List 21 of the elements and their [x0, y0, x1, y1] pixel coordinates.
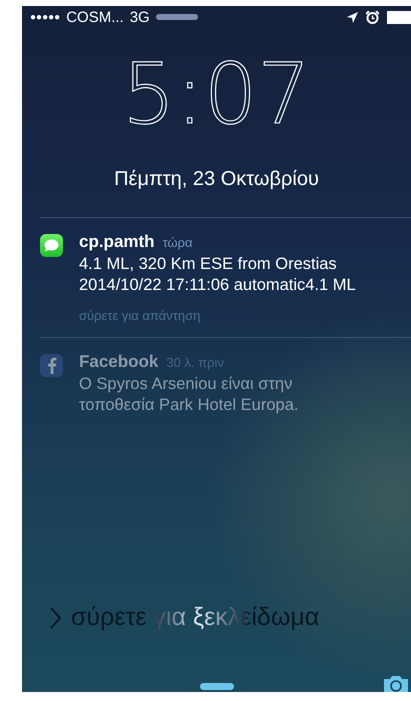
network-activity-bar [156, 14, 198, 20]
signal-strength-dots: ●●●●● [30, 12, 60, 22]
network-type: 3G [130, 8, 150, 26]
chevron-right-icon [50, 606, 61, 628]
location-arrow-icon [347, 12, 358, 22]
notification[interactable]: cp.pamth τώρα 4.1 ML, 320 Km ESE from Orestias 2014/10/22 17:11:06 automatic4.1 ML σύρετε για απάντηση [22, 218, 411, 337]
notification-body: 4.1 ML, 320 Km ESE from Orestias 2014/10/22 17:11:06 automatic4.1 ML [79, 254, 357, 296]
notification-sender: cp.pamth [79, 232, 155, 252]
notification-body: O Spyros Arseniou είναι στην τοποθεσία Park Hotel Europa. [79, 374, 300, 416]
notification-sender: Facebook [79, 352, 158, 372]
battery-icon [387, 10, 411, 24]
carrier-name: COSM... [66, 8, 124, 26]
camera-icon[interactable] [383, 674, 409, 692]
alarm-clock-icon [366, 10, 379, 24]
clock-time: 5:07 [122, 46, 311, 142]
messages-app-icon [40, 234, 63, 257]
reply-hint: σύρετε για απάντηση [79, 308, 202, 323]
notification-time: τώρα [162, 235, 193, 250]
facebook-app-icon [40, 354, 63, 377]
clock-date: Πέμπτη, 23 Οκτωβρίου [114, 168, 319, 191]
control-center-handle[interactable] [200, 683, 234, 690]
